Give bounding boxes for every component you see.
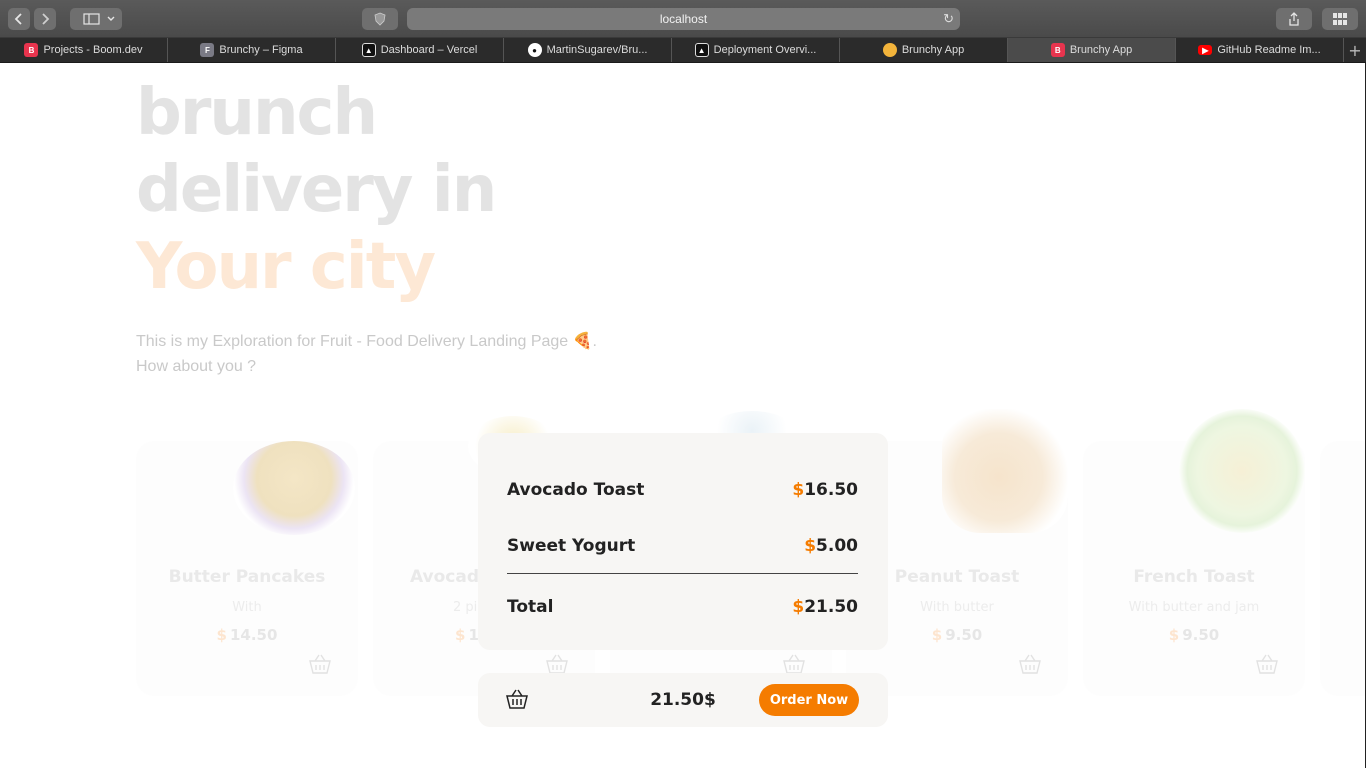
basket-icon[interactable] — [782, 653, 806, 675]
browser-tab[interactable]: ▶ GitHub Readme Im... — [1176, 38, 1344, 62]
currency-symbol: $ — [792, 480, 805, 500]
price-value: 9.50 — [1182, 626, 1220, 644]
price-value: 14.50 — [229, 626, 278, 644]
tab-title: Brunchy App — [901, 44, 965, 56]
total-price: $21.50 — [792, 597, 858, 617]
basket-icon[interactable] — [1255, 653, 1279, 675]
url-text: localhost — [659, 12, 708, 26]
currency-symbol: $ — [792, 597, 805, 617]
browser-tab[interactable]: ● MartinSugarev/Bru... — [504, 38, 672, 62]
page-content: brunch delivery in Your city This is my … — [0, 63, 1366, 768]
product-price: $14.50 — [136, 626, 358, 644]
hero-line-1: brunch — [136, 76, 378, 150]
hero-heading: brunch delivery in Your city — [136, 75, 497, 306]
currency-symbol: $ — [1168, 626, 1180, 644]
product-card[interactable]: French Toast With butter and jam $9.50 — [1083, 409, 1305, 696]
address-bar[interactable]: localhost ↻ — [407, 8, 960, 30]
browser-toolbar: localhost ↻ — [0, 0, 1366, 38]
price-value: 21.50 — [804, 597, 858, 617]
basket-icon[interactable] — [1018, 653, 1042, 675]
browser-tab-active[interactable]: B Brunchy App — [1008, 38, 1176, 62]
cart-item-name: Avocado Toast — [507, 480, 645, 500]
tab-title: Deployment Overvi... — [713, 44, 817, 56]
share-icon — [1289, 12, 1299, 26]
back-button[interactable] — [8, 8, 30, 30]
hero-line-3: Your city — [136, 230, 436, 304]
cart-item: Sweet Yogurt $5.00 — [507, 536, 858, 556]
github-icon: ● — [527, 43, 542, 57]
browser-tab[interactable]: ▲ Dashboard – Vercel — [336, 38, 504, 62]
tab-title: MartinSugarev/Bru... — [546, 44, 648, 56]
sidebar-icon — [83, 13, 115, 25]
boom-icon: B — [1050, 43, 1065, 57]
tab-title: Projects - Boom.dev — [43, 44, 143, 56]
vercel-icon: ▲ — [694, 43, 709, 57]
product-description: With — [232, 600, 262, 615]
product-card[interactable]: Butter Pancakes With $14.50 — [136, 441, 358, 696]
tab-bar: B Projects - Boom.dev F Brunchy – Figma ▲ D… — [0, 38, 1366, 63]
currency-symbol: $ — [931, 626, 943, 644]
vercel-icon: ▲ — [361, 43, 376, 57]
total-label: Total — [507, 597, 554, 617]
currency-symbol: $ — [216, 626, 227, 644]
pancake-icon — [882, 43, 897, 57]
grid-icon — [1333, 13, 1347, 25]
tab-title: GitHub Readme Im... — [1217, 44, 1321, 56]
reload-icon[interactable]: ↻ — [943, 11, 954, 27]
price-value: 5.00 — [816, 536, 858, 556]
hero-description: This is my Exploration for Fruit - Food … — [136, 329, 656, 379]
browser-tab[interactable]: F Brunchy – Figma — [168, 38, 336, 62]
french-toast-image — [1179, 409, 1305, 533]
chevron-right-icon — [42, 13, 50, 25]
cart-item-price: $16.50 — [792, 480, 858, 500]
youtube-icon: ▶ — [1198, 45, 1213, 55]
cart-item: Avocado Toast $16.50 — [507, 480, 858, 500]
hero-description-line: This is my Exploration for Fruit - Food … — [136, 333, 597, 350]
browser-tab[interactable]: ▲ Deployment Overvi... — [672, 38, 840, 62]
browser-tab[interactable]: Brunchy App — [840, 38, 1008, 62]
cart-item-price: $5.00 — [804, 536, 858, 556]
share-button[interactable] — [1276, 8, 1312, 30]
product-description: With butter and jam — [1128, 600, 1260, 615]
sidebar-toggle-button[interactable] — [70, 8, 122, 30]
order-now-button[interactable]: Order Now — [759, 684, 859, 716]
shield-icon — [374, 12, 386, 26]
tab-title: Brunchy – Figma — [219, 44, 303, 56]
product-card[interactable] — [1320, 441, 1365, 696]
product-price: $9.50 — [1083, 626, 1305, 644]
tab-title: Dashboard – Vercel — [380, 44, 478, 56]
basket-icon[interactable] — [308, 653, 332, 675]
product-name: Butter Pancakes — [168, 567, 326, 587]
figma-icon: F — [200, 43, 215, 57]
tab-overview-button[interactable] — [1322, 8, 1358, 30]
hero-description-line: How about you ? — [136, 358, 257, 375]
forward-button[interactable] — [34, 8, 56, 30]
hero-line-2: delivery in — [136, 153, 497, 227]
basket-icon[interactable] — [545, 653, 569, 675]
cart-footer: 21.50$ Order Now — [478, 673, 888, 727]
cart-summary: Avocado Toast $16.50 Sweet Yogurt $5.00 … — [478, 433, 888, 650]
boom-icon: B — [24, 43, 39, 57]
currency-symbol: $ — [804, 536, 817, 556]
price-value: 9.50 — [945, 626, 983, 644]
chevron-left-icon — [14, 13, 22, 25]
new-tab-button[interactable]: + — [1344, 38, 1366, 62]
product-name: French Toast — [1133, 567, 1255, 587]
pancakes-image — [233, 441, 355, 535]
cart-total-row: Total $21.50 — [507, 597, 858, 617]
peanut-toast-image — [942, 409, 1068, 533]
currency-symbol: $ — [455, 626, 466, 644]
browser-tab[interactable]: B Projects - Boom.dev — [0, 38, 168, 62]
privacy-shield-button[interactable] — [362, 8, 398, 30]
price-value: 16.50 — [804, 480, 858, 500]
cart-item-name: Sweet Yogurt — [507, 536, 636, 556]
tab-title: Brunchy App — [1069, 44, 1133, 56]
divider — [507, 573, 858, 574]
